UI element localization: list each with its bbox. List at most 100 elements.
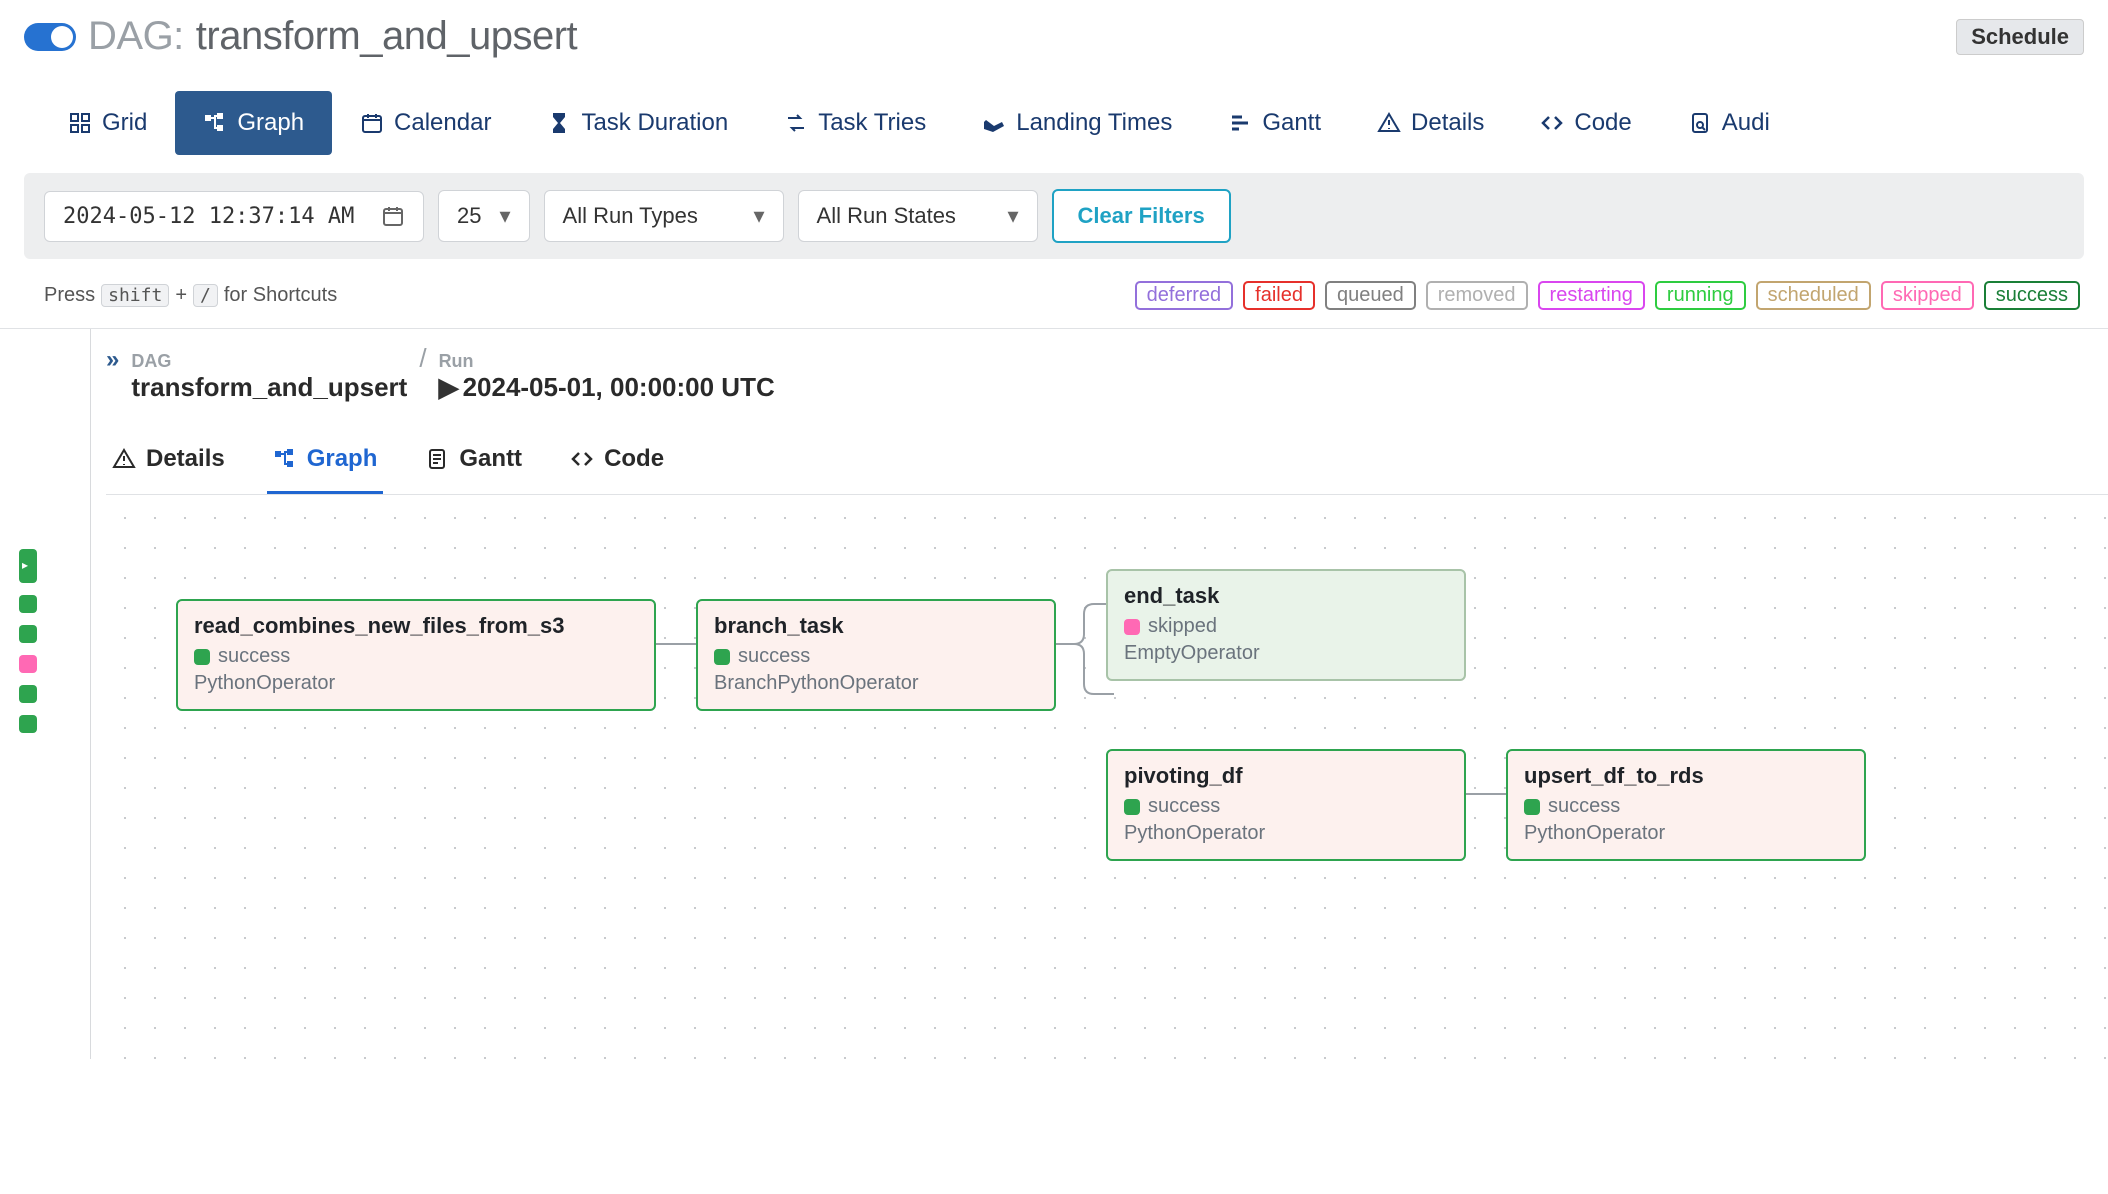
node-operator: EmptyOperator xyxy=(1124,642,1448,665)
tab-task-tries[interactable]: Task Tries xyxy=(756,91,954,155)
legend-deferred[interactable]: deferred xyxy=(1135,281,1234,310)
task-node-pivoting[interactable]: pivoting_df success PythonOperator xyxy=(1106,749,1466,861)
node-title: pivoting_df xyxy=(1124,763,1448,789)
graph-icon xyxy=(273,447,297,471)
dag-name: transform_and_upsert xyxy=(196,14,577,59)
run-area: » DAG transform_and_upsert / Run ▶2024-0… xyxy=(0,329,2108,1059)
run-types-filter[interactable]: All Run Types ▾ xyxy=(544,190,784,242)
bc-run-label: Run xyxy=(439,351,775,372)
warning-icon xyxy=(1377,111,1401,135)
status-dot xyxy=(1124,619,1140,635)
status-dot xyxy=(1524,799,1540,815)
legend-restarting[interactable]: restarting xyxy=(1538,281,1645,310)
schedule-button[interactable]: Schedule xyxy=(1956,19,2084,55)
chevron-down-icon: ▾ xyxy=(499,203,510,229)
dag-prefix: DAG: xyxy=(88,14,184,59)
gutter-run-marker[interactable] xyxy=(19,685,37,703)
legend-skipped[interactable]: skipped xyxy=(1881,281,1974,310)
task-node-read-combines[interactable]: read_combines_new_files_from_s3 success … xyxy=(176,599,656,711)
tab-calendar[interactable]: Calendar xyxy=(332,91,519,155)
clear-filters-button[interactable]: Clear Filters xyxy=(1052,189,1231,243)
task-node-upsert[interactable]: upsert_df_to_rds success PythonOperator xyxy=(1506,749,1866,861)
dag-toggle[interactable] xyxy=(24,23,76,51)
tab-details[interactable]: Details xyxy=(1349,91,1512,155)
landing-icon xyxy=(982,111,1006,135)
run-states-filter[interactable]: All Run States ▾ xyxy=(798,190,1038,242)
node-title: read_combines_new_files_from_s3 xyxy=(194,613,638,639)
code-icon xyxy=(570,447,594,471)
legend-scheduled[interactable]: scheduled xyxy=(1756,281,1871,310)
datetime-filter[interactable]: 2024-05-12 12:37:14 AM xyxy=(44,191,424,242)
play-icon: ▶ xyxy=(439,372,459,402)
bc-dag-label: DAG xyxy=(131,351,407,372)
tries-icon xyxy=(784,111,808,135)
subtab-details[interactable]: Details xyxy=(106,431,231,494)
subtabs: Details Graph Gantt Code xyxy=(106,431,2108,495)
graph-icon xyxy=(203,111,227,135)
legend-queued[interactable]: queued xyxy=(1325,281,1416,310)
subtab-code[interactable]: Code xyxy=(564,431,670,494)
node-status: skipped xyxy=(1148,615,1217,638)
legend-removed[interactable]: removed xyxy=(1426,281,1528,310)
node-operator: PythonOperator xyxy=(1124,822,1448,845)
node-status: success xyxy=(218,645,290,668)
breadcrumb: » DAG transform_and_upsert / Run ▶2024-0… xyxy=(106,343,2108,413)
audit-icon xyxy=(1688,111,1712,135)
legend-success[interactable]: success xyxy=(1984,281,2080,310)
node-status: success xyxy=(1148,795,1220,818)
collapse-icon[interactable]: » xyxy=(106,346,119,374)
gutter-run-marker[interactable] xyxy=(19,715,37,733)
chevron-down-icon: ▾ xyxy=(1007,203,1018,229)
warning-icon xyxy=(112,447,136,471)
tab-audit[interactable]: Audi xyxy=(1660,91,1798,155)
hourglass-icon xyxy=(547,111,571,135)
node-title: end_task xyxy=(1124,583,1448,609)
node-operator: BranchPythonOperator xyxy=(714,672,1038,695)
legend-running[interactable]: running xyxy=(1655,281,1746,310)
node-operator: PythonOperator xyxy=(1524,822,1848,845)
node-status: success xyxy=(738,645,810,668)
node-operator: PythonOperator xyxy=(194,672,638,695)
status-dot xyxy=(714,649,730,665)
node-status: success xyxy=(1548,795,1620,818)
task-node-branch[interactable]: branch_task success BranchPythonOperator xyxy=(696,599,1056,711)
task-node-end[interactable]: end_task skipped EmptyOperator xyxy=(1106,569,1466,681)
tabs: Grid Graph Calendar Task Duration Task T… xyxy=(0,67,2108,155)
code-icon xyxy=(1540,111,1564,135)
gutter-run-marker[interactable] xyxy=(19,625,37,643)
shortcut-row: Press shift + / for Shortcuts deferredfa… xyxy=(0,259,2108,329)
gutter-run-marker[interactable] xyxy=(19,655,37,673)
kbd-slash: / xyxy=(193,284,218,307)
tab-task-duration[interactable]: Task Duration xyxy=(519,91,756,155)
subtab-gantt[interactable]: Gantt xyxy=(419,431,528,494)
tab-graph[interactable]: Graph xyxy=(175,91,332,155)
legend: deferred failed queued removed restarting run… xyxy=(1135,281,2080,310)
bc-run-value[interactable]: ▶2024-05-01, 00:00:00 UTC xyxy=(439,372,775,402)
grid-icon xyxy=(68,111,92,135)
status-dot xyxy=(1124,799,1140,815)
document-icon xyxy=(425,447,449,471)
bc-dag-value[interactable]: transform_and_upsert xyxy=(131,372,407,402)
run-panel: » DAG transform_and_upsert / Run ▶2024-0… xyxy=(56,329,2108,1059)
node-title: upsert_df_to_rds xyxy=(1524,763,1848,789)
kbd-shift: shift xyxy=(101,284,169,307)
graph-canvas[interactable]: read_combines_new_files_from_s3 success … xyxy=(106,499,2108,1059)
chevron-down-icon: ▾ xyxy=(753,203,764,229)
status-dot xyxy=(194,649,210,665)
gantt-icon xyxy=(1228,111,1252,135)
tab-landing-times[interactable]: Landing Times xyxy=(954,91,1200,155)
filter-bar: 2024-05-12 12:37:14 AM 25 ▾ All Run Type… xyxy=(24,173,2084,259)
tab-grid[interactable]: Grid xyxy=(40,91,175,155)
calendar-icon xyxy=(360,111,384,135)
gutter xyxy=(0,329,56,1059)
legend-failed[interactable]: failed xyxy=(1243,281,1315,310)
header: DAG: transform_and_upsert Schedule xyxy=(0,0,2108,67)
calendar-small-icon xyxy=(381,204,405,228)
gutter-run-marker[interactable] xyxy=(19,595,37,613)
tab-code[interactable]: Code xyxy=(1512,91,1659,155)
count-filter[interactable]: 25 ▾ xyxy=(438,190,530,242)
subtab-graph[interactable]: Graph xyxy=(267,431,384,494)
gutter-run-marker[interactable] xyxy=(19,549,37,583)
tab-gantt[interactable]: Gantt xyxy=(1200,91,1349,155)
node-title: branch_task xyxy=(714,613,1038,639)
